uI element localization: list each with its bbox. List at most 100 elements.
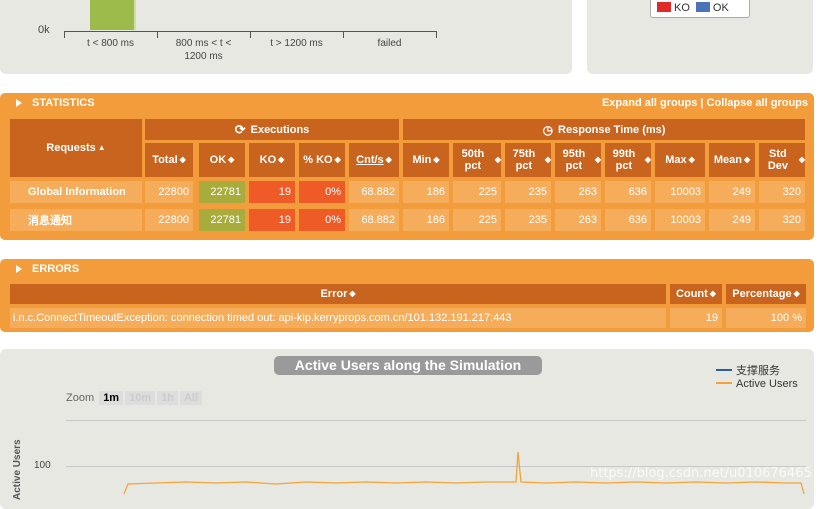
- legend-item-active-users[interactable]: Active Users: [716, 378, 798, 391]
- stat-cell: 225: [453, 181, 501, 203]
- error-header-label: Error: [320, 288, 348, 300]
- sort-icon: ◆: [688, 155, 695, 164]
- stat-cell: 636: [605, 181, 651, 203]
- group-links: Expand all groups | Collapse all groups: [602, 97, 808, 109]
- column-header[interactable]: 99th pct ◆: [605, 143, 651, 177]
- legend-item-ko[interactable]: KO: [657, 2, 690, 14]
- sort-icon: ◆: [594, 155, 601, 164]
- request-name[interactable]: 消息通知: [10, 209, 142, 231]
- legend-item-ok[interactable]: OK: [695, 2, 729, 14]
- ko-ok-legend: KO OK: [650, 0, 750, 18]
- column-header-label: Total: [152, 154, 178, 166]
- stat-cell: 263: [555, 209, 601, 231]
- sort-icon: ◆: [278, 155, 285, 164]
- stat-cell: 320: [759, 181, 805, 203]
- gridline: [66, 420, 806, 421]
- count-column-header[interactable]: Count ◆: [670, 284, 722, 304]
- requests-header-label: Requests: [46, 142, 96, 154]
- count-header-label: Count: [676, 288, 708, 300]
- error-count: 19: [670, 308, 722, 328]
- active-users-legend: 支撑服务 Active Users: [716, 365, 798, 391]
- errors-title: ERRORS: [32, 263, 80, 275]
- zoom-all-button[interactable]: All: [179, 391, 203, 405]
- zoom-1h-button[interactable]: 1h: [157, 391, 178, 405]
- column-header-label: 75th pct: [512, 148, 536, 172]
- column-header[interactable]: 95th pct ◆: [555, 143, 601, 177]
- legend-line: [716, 369, 732, 371]
- executions-group-header: ⟳ Executions: [145, 119, 399, 140]
- collapse-triangle-icon: [16, 265, 22, 273]
- column-header[interactable]: 50th pct ◆: [453, 143, 501, 177]
- percentage-column-header[interactable]: Percentage ◆: [726, 284, 806, 304]
- stat-cell: 186: [403, 209, 449, 231]
- sort-icon: ◆: [494, 155, 501, 164]
- stat-cell: 22781: [199, 209, 245, 231]
- stat-cell: 0%: [299, 209, 345, 231]
- column-header[interactable]: Cnt/s ◆: [349, 143, 399, 177]
- zoom-1m-button[interactable]: 1m: [99, 391, 124, 405]
- sort-icon: ◆: [228, 155, 235, 164]
- expand-all-link[interactable]: Expand all groups: [602, 97, 697, 109]
- request-name[interactable]: Global Information: [10, 181, 142, 203]
- y-axis-title: Active Users: [12, 439, 23, 500]
- y-tick-label: 100: [34, 460, 51, 471]
- column-header-label: Mean: [713, 154, 742, 166]
- stat-cell: 22781: [199, 181, 245, 203]
- response-time-group-header: ◷ Response Time (ms): [403, 119, 805, 140]
- column-header[interactable]: Max ◆: [655, 143, 705, 177]
- stat-cell: 225: [453, 209, 501, 231]
- column-header[interactable]: KO ◆: [249, 143, 295, 177]
- column-header-label: Min: [412, 154, 432, 166]
- stat-cell: 22800: [145, 209, 193, 231]
- column-header[interactable]: Std Dev ◆: [759, 143, 805, 177]
- zoom-label: Zoom: [66, 392, 95, 404]
- ko-swatch: [657, 2, 671, 12]
- column-header-label: 50th pct: [461, 148, 485, 172]
- column-header[interactable]: OK ◆: [199, 143, 245, 177]
- percentage-header-label: Percentage: [732, 288, 792, 300]
- stat-cell: 263: [555, 181, 601, 203]
- stat-cell: 19: [249, 209, 295, 231]
- column-header[interactable]: Min ◆: [403, 143, 449, 177]
- stat-cell: 19: [249, 181, 295, 203]
- zoom-controls: Zoom 1m 10m 1h All: [66, 391, 203, 405]
- active-users-title: Active Users along the Simulation: [274, 356, 542, 375]
- link-separator: |: [700, 97, 704, 109]
- column-header[interactable]: Mean ◆: [709, 143, 755, 177]
- sort-icon: ◆: [709, 289, 716, 298]
- column-header[interactable]: % KO ◆: [299, 143, 345, 177]
- sort-icon: ◆: [385, 155, 392, 164]
- collapse-all-link[interactable]: Collapse all groups: [707, 97, 808, 109]
- column-header-label: KO: [259, 154, 277, 166]
- sort-icon: ◆: [349, 289, 356, 298]
- error-column-header[interactable]: Error ◆: [10, 284, 666, 304]
- x-label-lt800: t < 800 ms: [87, 38, 134, 49]
- column-header[interactable]: Total ◆: [145, 143, 193, 177]
- legend-label: KO: [674, 2, 690, 14]
- sort-icon: ◆: [793, 289, 800, 298]
- x-label-gt1200: t > 1200 ms: [270, 38, 323, 49]
- column-header-label: Cnt/s: [356, 154, 384, 166]
- stat-cell: 68.882: [349, 181, 399, 203]
- errors-toggle[interactable]: ERRORS: [16, 263, 79, 275]
- stat-cell: 186: [403, 181, 449, 203]
- requests-header[interactable]: Requests ▲: [10, 119, 142, 177]
- executions-label: Executions: [250, 123, 310, 136]
- stat-cell: 10003: [655, 209, 705, 231]
- sort-icon: ◆: [544, 155, 551, 164]
- sort-up-icon: ▲: [97, 143, 106, 152]
- legend-label: OK: [712, 2, 729, 14]
- zoom-10m-button[interactable]: 10m: [125, 391, 156, 405]
- stat-cell: 320: [759, 209, 805, 231]
- stat-cell: 249: [709, 181, 755, 203]
- legend-item-service[interactable]: 支撑服务: [716, 365, 798, 378]
- clock-icon: ◷: [542, 122, 554, 137]
- column-header-label: Max: [665, 154, 687, 166]
- column-header-label: 99th pct: [612, 148, 636, 172]
- refresh-icon: ⟳: [234, 121, 246, 137]
- column-header[interactable]: 75th pct ◆: [505, 143, 551, 177]
- statistics-toggle[interactable]: STATISTICS: [16, 97, 95, 109]
- response-time-label: Response Time (ms): [558, 123, 666, 136]
- column-header-label: % KO: [303, 154, 333, 166]
- statistics-title: STATISTICS: [32, 97, 95, 109]
